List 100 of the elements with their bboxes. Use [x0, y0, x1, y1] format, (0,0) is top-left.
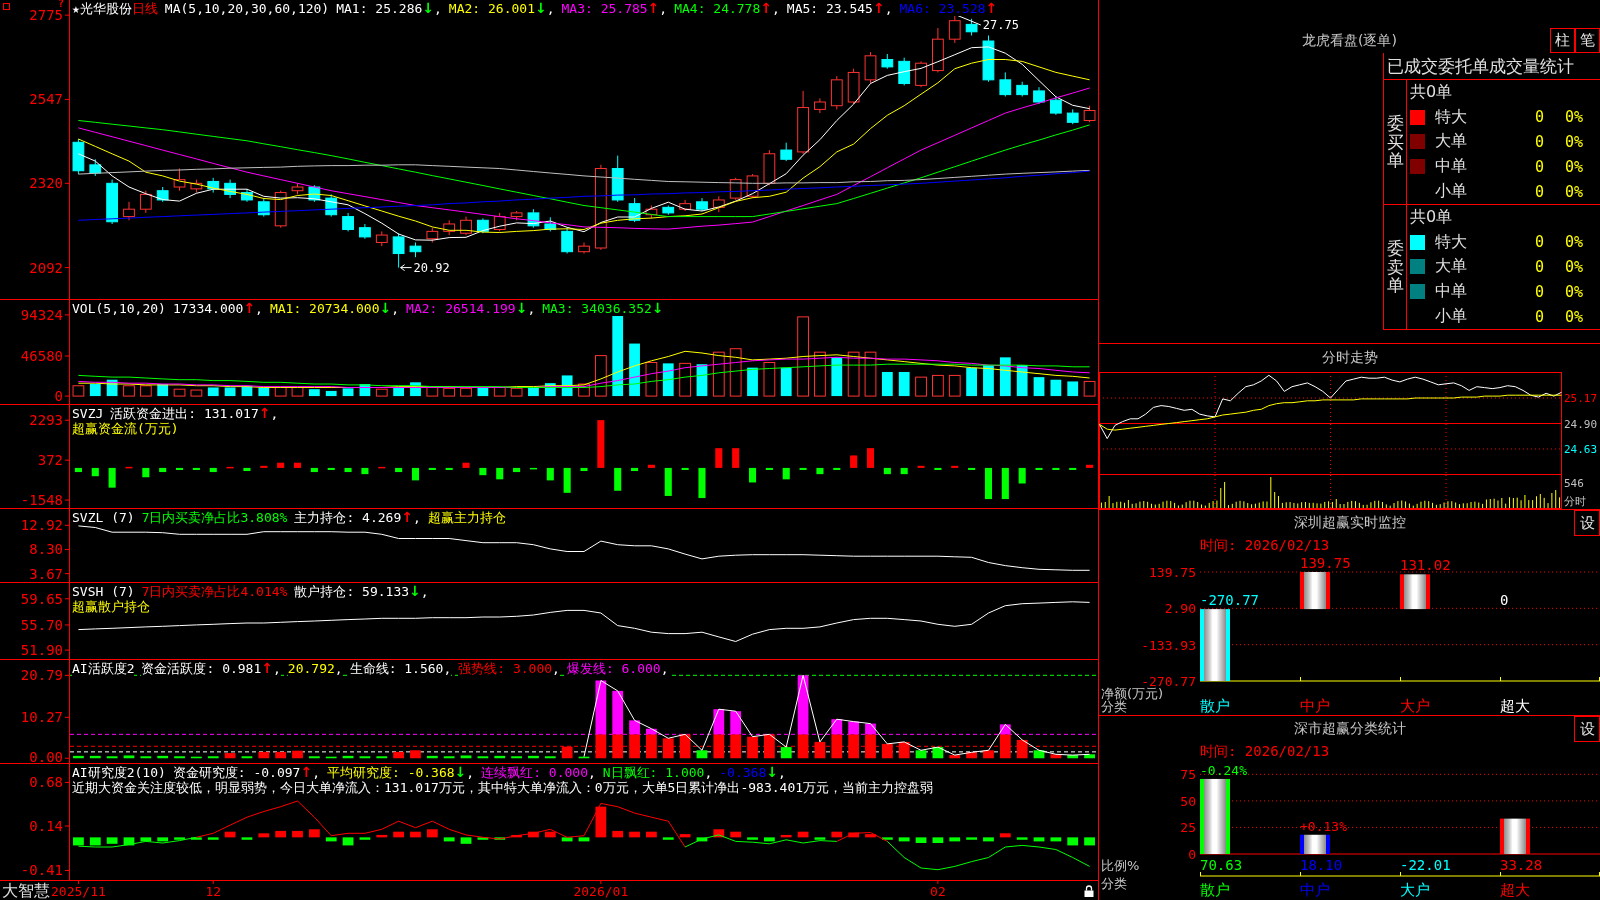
- order-share: 0%: [1565, 233, 1584, 252]
- settings-button[interactable]: 设: [1574, 510, 1600, 536]
- bar: [951, 465, 959, 468]
- bar: [1086, 464, 1094, 468]
- legend-item: 平均研究度: -0.368↓,: [327, 765, 475, 780]
- bar: [174, 837, 185, 840]
- bar: [881, 371, 893, 397]
- panel-title: 深市超赢分类统计: [1293, 720, 1406, 738]
- order-count: 0: [1535, 157, 1545, 176]
- bar: [629, 831, 640, 838]
- bar: [681, 467, 689, 470]
- bar: [325, 837, 337, 842]
- axis-label: 2.90: [1164, 601, 1196, 617]
- legend-item: 7日内买卖净占比4.014%: [141, 584, 288, 599]
- axis-label: 59.65: [20, 590, 63, 607]
- row-label: 中单: [1435, 281, 1467, 303]
- bar: [460, 755, 472, 759]
- bar: [799, 467, 807, 470]
- line-series: [77, 164, 1091, 184]
- settings-button[interactable]: 设: [1574, 716, 1600, 742]
- bar: [597, 420, 605, 468]
- axis-label: 0.00: [29, 749, 63, 763]
- bar: [814, 351, 826, 397]
- help-mark[interactable]: ?: [58, 0, 65, 9]
- bar: [74, 467, 82, 473]
- order-share: 0%: [1565, 157, 1584, 176]
- bar: [645, 362, 658, 397]
- axis-title: 比例%: [1101, 858, 1140, 873]
- bar: [292, 830, 303, 838]
- value-label: 33.28: [1500, 857, 1543, 873]
- bar: [410, 750, 421, 759]
- app-logo: 大智慧: [2, 881, 50, 900]
- square-icon[interactable]: [3, 3, 10, 10]
- legend-item: 资金研究度: -0.097↑,: [172, 765, 320, 780]
- line-series: [1099, 394, 1562, 431]
- bar: [325, 390, 337, 397]
- bar: [1050, 379, 1062, 397]
- candlestick: [342, 212, 354, 232]
- bar: [712, 351, 725, 397]
- bar: [443, 387, 456, 397]
- bar: [999, 833, 1011, 838]
- axis-caption: 分时: [1564, 495, 1586, 508]
- row-label: 特大: [1435, 106, 1467, 128]
- bar: [983, 365, 994, 397]
- bar: [393, 831, 405, 838]
- lock-icon[interactable]: [1084, 885, 1094, 897]
- bar: [1001, 467, 1009, 500]
- analysis-text: 近期大资金关注度较低，明显弱势，今日大单净流入：131.017万元，其中特大单净流入：0万元，大单5日累计净出-983.401万元，当前主力控盘弱: [72, 780, 934, 795]
- date-label: 2026/01: [573, 884, 629, 899]
- order-share: 0%: [1565, 133, 1584, 151]
- bar: [696, 750, 708, 759]
- line-series: [77, 363, 1091, 388]
- candlestick: [932, 27, 944, 73]
- bar: [646, 831, 657, 838]
- panel-title: 龙虎看盘(逐单): [1302, 31, 1397, 50]
- legend-item: MA3: 25.785↑,: [561, 1, 668, 16]
- order-count: 0: [1535, 307, 1545, 326]
- bar: [664, 467, 672, 496]
- bar: [139, 385, 152, 397]
- bar: [546, 467, 554, 481]
- axis-label: -133.93: [1141, 637, 1196, 653]
- date-label: 02: [930, 884, 946, 899]
- bar: [715, 448, 723, 468]
- bar: [479, 467, 487, 476]
- panel-title: 分时走势: [1321, 349, 1378, 367]
- time-label: 时间: 2026/02/13: [1200, 537, 1330, 555]
- candlestick: [460, 216, 472, 236]
- bar: [157, 837, 169, 842]
- indicator-name: SVZJ: [72, 406, 104, 421]
- candlestick: [561, 227, 574, 254]
- axis-title: 净额(万元): [1101, 686, 1164, 701]
- bar: [1018, 467, 1026, 484]
- stock-name: ★光华股份: [72, 1, 132, 16]
- candlestick: [999, 71, 1012, 97]
- bar: [949, 837, 961, 842]
- row-label: 大单: [1435, 131, 1467, 153]
- legend-item: 7日内买卖净占比3.808%: [141, 510, 288, 525]
- bar: [595, 734, 607, 759]
- candlestick: [392, 232, 405, 269]
- ma-params: MA(5,10,20,30,60,120): [164, 1, 330, 16]
- value-label: 18.10: [1300, 857, 1343, 873]
- bar: [782, 467, 790, 480]
- bar: [713, 709, 725, 735]
- chart-mode-button[interactable]: 笔: [1575, 28, 1600, 53]
- price-annotation: 27.75: [956, 14, 1019, 32]
- axis-label: 12.92: [20, 517, 63, 534]
- axis-label: 75: [1180, 767, 1196, 783]
- bar: [258, 751, 270, 759]
- bar: [260, 465, 268, 468]
- axis-label: 94324: [20, 306, 63, 323]
- bar: [747, 837, 758, 840]
- bar: [614, 467, 622, 491]
- bar: [207, 837, 219, 840]
- bar: [966, 837, 977, 840]
- bar: [831, 831, 843, 838]
- candlestick: [898, 57, 911, 86]
- bar: [224, 387, 236, 397]
- chart-mode-button[interactable]: 柱: [1550, 28, 1575, 53]
- bar: [864, 351, 877, 397]
- legend-item: 活跃资金进出: 131.017↑,: [110, 406, 279, 421]
